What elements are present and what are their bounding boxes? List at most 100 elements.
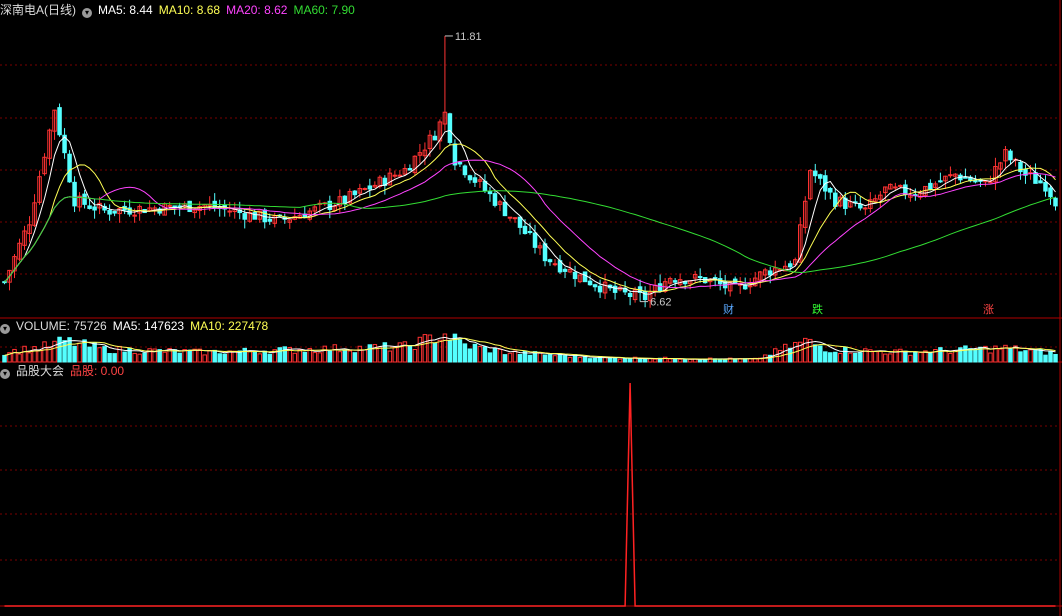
badge-fall[interactable]: 跌 (810, 303, 825, 317)
volume-bar (432, 342, 438, 363)
moving-average-lines (4, 129, 1056, 295)
volume-bar (803, 337, 808, 363)
volume-bar (587, 358, 593, 363)
candle-body (367, 185, 373, 190)
volume-legend: ▾ VOLUME: 75726 MA5: 147623 MA10: 227478 (0, 318, 274, 334)
volume-bar (497, 348, 503, 363)
volume-bar (542, 354, 548, 363)
volume-bar (327, 350, 333, 363)
volume-bar (853, 352, 858, 363)
volume-bar (217, 353, 222, 363)
volume-bar (577, 356, 583, 363)
volume-bar (557, 353, 563, 363)
volume-bar (697, 359, 703, 363)
volume-bar (903, 350, 908, 363)
candle-body (1043, 181, 1048, 192)
volume-ma10-label: MA10: 227478 (190, 319, 269, 333)
volume-bar (908, 354, 913, 363)
candle-body (767, 270, 773, 276)
volume-bar (197, 348, 202, 363)
volume-bar (447, 340, 453, 363)
volume-bar (72, 345, 77, 363)
candle-body (697, 276, 703, 279)
volume-bar (77, 342, 82, 363)
ma10-label: MA10: 8.68 (158, 3, 221, 17)
candle-body (898, 184, 903, 187)
candle-body (572, 271, 578, 280)
candle-body (547, 259, 553, 263)
volume-bar (292, 352, 298, 363)
volume-bar (527, 354, 533, 363)
volume-bar (132, 352, 137, 363)
candle-body (627, 292, 633, 298)
grid-lines (0, 64, 1060, 561)
volume-bar (347, 350, 353, 363)
candle-body (352, 190, 358, 196)
volume-bar (1048, 350, 1053, 363)
volume-bar (137, 353, 142, 363)
volume-bar (17, 353, 22, 363)
candle-body (87, 205, 92, 209)
volume-bar (998, 348, 1003, 363)
candle-body (447, 113, 453, 143)
volume-bar (622, 358, 628, 363)
volume-bar (1008, 347, 1013, 363)
settings-circle-icon[interactable]: ▾ (82, 8, 92, 18)
candle-body (657, 283, 663, 292)
volume-bar (938, 347, 943, 363)
volume-bar (257, 353, 262, 363)
volume-bar (637, 358, 643, 363)
volume-bar (512, 350, 518, 363)
candle-body (928, 182, 933, 190)
low-label: 6.62 (650, 297, 671, 309)
volume-bar (277, 347, 283, 363)
volume-bar (582, 356, 588, 363)
volume-bar (1018, 351, 1023, 363)
candle-body (552, 263, 558, 266)
volume-bar (37, 349, 42, 363)
candle-body (612, 285, 618, 293)
candle-body (407, 168, 413, 171)
badge-rise[interactable]: 涨 (981, 303, 996, 317)
volume-bar (828, 352, 833, 363)
volume-bar (417, 336, 423, 363)
candle-body (67, 153, 72, 183)
volume-bar (102, 346, 107, 363)
candle-body (362, 187, 368, 190)
volume-bar (888, 353, 893, 363)
indicator-settings-icon[interactable]: ▾ (0, 369, 10, 379)
candle-body (432, 135, 438, 141)
volume-bar (848, 352, 853, 363)
candle-body (342, 195, 348, 204)
volume-bar (362, 349, 368, 363)
volume-bar (1028, 349, 1033, 363)
stock-name: 深南电A(日线) (0, 3, 76, 17)
candle-body (512, 217, 518, 220)
volume-bar (337, 351, 343, 363)
volume-bar (297, 349, 303, 363)
volume-bar (567, 356, 573, 363)
badge-finance[interactable]: 财 (721, 303, 736, 317)
volume-bar (187, 349, 192, 363)
volume-bar (552, 355, 558, 363)
volume-settings-icon[interactable]: ▾ (0, 324, 10, 334)
volume-bar (838, 352, 843, 363)
volume-bar (647, 358, 653, 363)
candle-body (472, 177, 478, 183)
candle-body (242, 213, 247, 220)
volume-bar (27, 352, 32, 363)
volume-bar (662, 356, 668, 363)
candle-body (1053, 197, 1058, 207)
candle-body (863, 207, 868, 210)
volume-bar (477, 345, 483, 363)
indicator-line (4, 382, 1056, 607)
volume-bar (1033, 348, 1038, 363)
volume-bar (502, 354, 508, 363)
volume-bar (247, 350, 252, 363)
volume-bar (437, 339, 443, 363)
candle-body (467, 175, 473, 181)
candle-body (592, 284, 598, 288)
volume-bar (918, 352, 923, 363)
volume-bar (357, 345, 363, 363)
candlesticks (2, 35, 1058, 308)
